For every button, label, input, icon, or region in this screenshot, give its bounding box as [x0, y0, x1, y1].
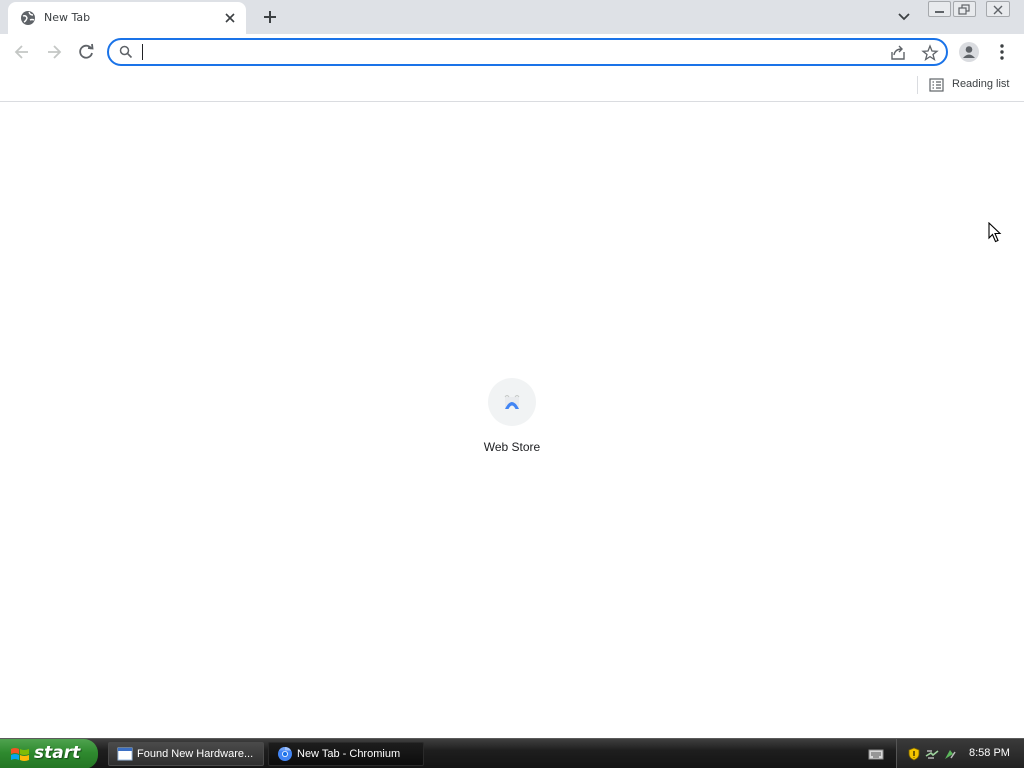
- menu-kebab-icon[interactable]: [991, 41, 1013, 63]
- security-shield-icon[interactable]: [907, 747, 921, 761]
- windows-flag-icon: [11, 748, 29, 761]
- text-caret: [142, 44, 143, 60]
- keyboard-icon[interactable]: [868, 747, 884, 761]
- share-icon[interactable]: [889, 44, 907, 62]
- close-window-button[interactable]: [986, 1, 1010, 17]
- minimize-icon: [935, 11, 944, 13]
- bookmark-star-icon[interactable]: [921, 44, 939, 62]
- shortcut-tile: [488, 378, 536, 426]
- new-tab-button[interactable]: [260, 7, 280, 27]
- mouse-cursor-icon: [988, 222, 1002, 243]
- address-bar[interactable]: [107, 38, 948, 66]
- reading-list-label: Reading list: [952, 78, 1010, 90]
- start-label: start: [34, 743, 81, 763]
- taskbar-item-label: New Tab - Chromium: [297, 748, 401, 760]
- chromium-icon: [278, 746, 292, 761]
- safely-remove-hardware-icon[interactable]: [943, 747, 957, 761]
- tab-new-tab[interactable]: New Tab: [8, 2, 246, 34]
- bookmarks-separator: [917, 76, 918, 94]
- network-icon[interactable]: [925, 747, 939, 761]
- taskbar-item-chromium[interactable]: New Tab - Chromium: [268, 742, 424, 766]
- forward-button[interactable]: [43, 41, 65, 63]
- tab-strip: New Tab: [0, 0, 1024, 34]
- bookmarks-bar: Reading list: [0, 70, 1024, 102]
- minimize-button[interactable]: [928, 1, 951, 17]
- profile-avatar-button[interactable]: [958, 41, 980, 63]
- close-tab-icon[interactable]: [222, 10, 238, 26]
- reload-button[interactable]: [75, 41, 97, 63]
- reading-list-icon: [929, 78, 944, 92]
- tab-title: New Tab: [44, 11, 91, 24]
- close-icon: [993, 5, 1003, 15]
- restore-button[interactable]: [953, 1, 976, 17]
- globe-icon: [21, 11, 35, 25]
- taskbar: start Found New Hardware... New Tab - Ch…: [0, 738, 1024, 768]
- restore-icon: [958, 4, 970, 15]
- system-tray: 8:58 PM: [896, 739, 1024, 768]
- new-tab-page: Web Store: [0, 103, 1024, 738]
- toolbar: [0, 34, 1024, 70]
- window-icon: [117, 747, 133, 761]
- clock[interactable]: 8:58 PM: [969, 747, 1010, 759]
- shortcut-label: Web Store: [483, 440, 541, 454]
- back-button[interactable]: [11, 41, 33, 63]
- taskbar-item-label: Found New Hardware...: [137, 748, 254, 760]
- tab-search-chevron-icon[interactable]: [896, 9, 912, 25]
- start-button[interactable]: start: [0, 739, 98, 768]
- search-icon: [119, 45, 133, 59]
- shortcut-web-store[interactable]: Web Store: [472, 376, 552, 466]
- web-store-icon: [504, 395, 520, 409]
- address-input[interactable]: [141, 43, 871, 61]
- taskbar-item-found-new-hardware[interactable]: Found New Hardware...: [108, 742, 264, 766]
- window-controls: [928, 0, 1024, 18]
